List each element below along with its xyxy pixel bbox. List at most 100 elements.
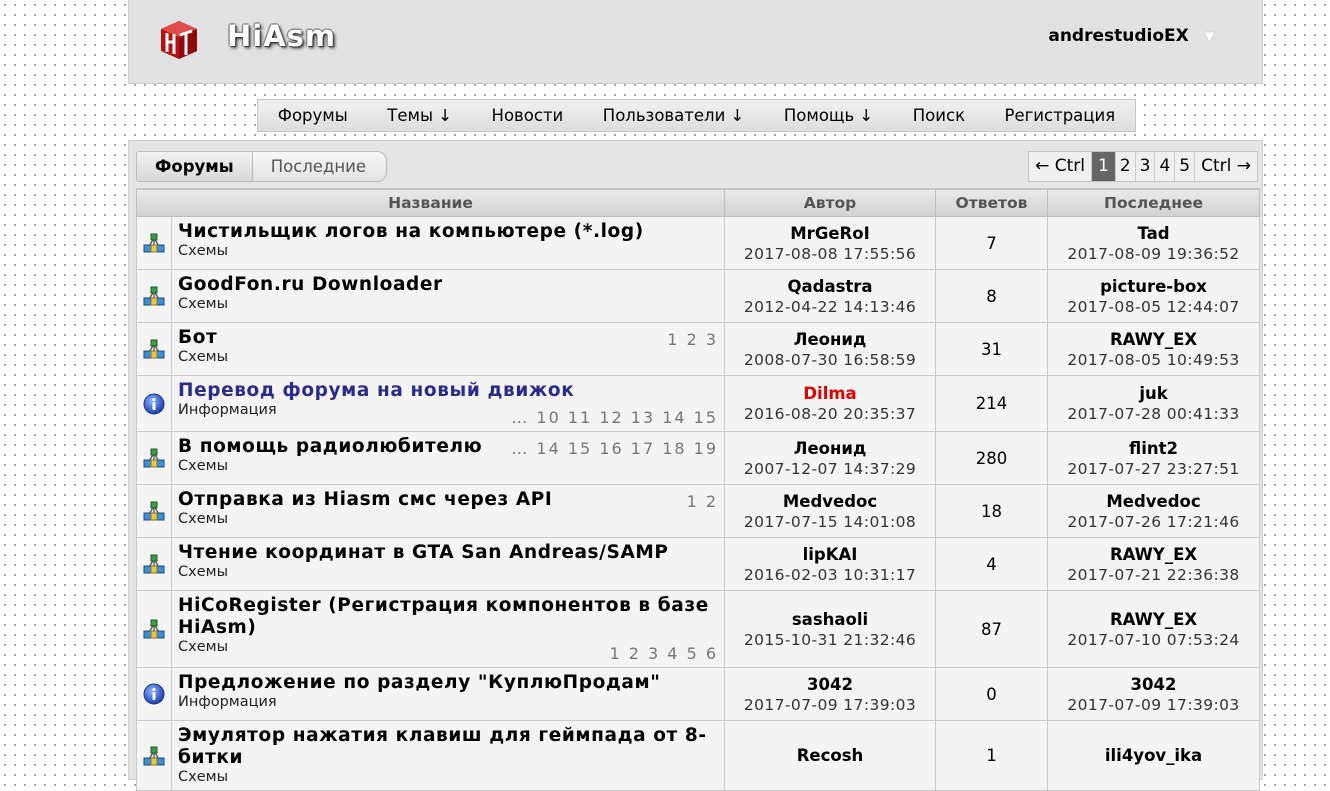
topic-category[interactable]: Схемы bbox=[178, 296, 718, 313]
topic-pages[interactable]: 1 2 3 4 5 6 bbox=[610, 644, 719, 663]
created-date: 2017-08-08 17:55:56 bbox=[743, 244, 917, 263]
col-header-author[interactable]: Автор bbox=[724, 188, 937, 217]
last-post-date[interactable]: 2017-07-27 23:27:51 bbox=[1048, 459, 1259, 479]
topic-cell: HiCoRegister (Регистрация компонентов в … bbox=[170, 590, 726, 668]
replies-count: 8 bbox=[935, 269, 1049, 323]
topic-pages[interactable]: … 14 15 16 17 18 19 bbox=[511, 439, 718, 458]
nav-forums[interactable]: Форумы bbox=[278, 106, 348, 125]
table-row[interactable]: Чистильщик логов на компьютере (*.log) Сх… bbox=[136, 216, 1261, 270]
last-user-link[interactable]: picture-box bbox=[1048, 276, 1259, 297]
last-post-date[interactable]: 2017-07-21 22:36:38 bbox=[1048, 565, 1259, 585]
last-post-date[interactable]: 2017-08-09 19:36:52 bbox=[1048, 244, 1259, 264]
pager-page-5[interactable]: 5 bbox=[1175, 152, 1196, 181]
table-row[interactable]: Отправка из Hiasm смс через API Схемы 1 2 M… bbox=[136, 484, 1261, 538]
topic-title-link[interactable]: Бот bbox=[178, 327, 718, 349]
last-user-link[interactable]: RAWY_EX bbox=[1048, 544, 1259, 565]
last-post-date[interactable]: 2017-08-05 10:49:53 bbox=[1048, 350, 1259, 370]
author-cell: MrGeRoI 2017-08-08 17:55:56 bbox=[724, 216, 937, 270]
last-post-cell: 3042 2017-07-09 17:39:03 bbox=[1047, 667, 1261, 721]
author-link[interactable]: Леонид bbox=[725, 438, 935, 459]
pager-page-2[interactable]: 2 bbox=[1116, 152, 1136, 181]
nav-topics[interactable]: Темы ↓ bbox=[387, 106, 452, 125]
dropdown-caret-icon[interactable]: ▼ bbox=[1205, 29, 1214, 43]
last-post-date[interactable]: 2017-07-28 00:41:33 bbox=[1048, 404, 1259, 424]
last-user-link[interactable]: juk bbox=[1048, 383, 1259, 404]
topic-title-link[interactable]: Перевод форума на новый движок bbox=[178, 380, 718, 402]
table-row[interactable]: HiCoRegister (Регистрация компонентов в … bbox=[136, 590, 1261, 668]
author-link[interactable]: sashaoli bbox=[725, 609, 935, 630]
table-row[interactable]: GoodFon.ru Downloader Схемы Qadastra 2012-0… bbox=[136, 269, 1261, 323]
topic-title-link[interactable]: GoodFon.ru Downloader bbox=[178, 274, 718, 296]
author-link[interactable]: Medvedoc bbox=[725, 491, 935, 512]
last-post-date[interactable]: 2017-07-10 07:53:24 bbox=[1048, 630, 1259, 650]
nav-news[interactable]: Новости bbox=[492, 106, 564, 125]
col-header-last[interactable]: Последнее bbox=[1047, 188, 1261, 217]
topic-title-link[interactable]: Предложение по разделу "КуплюПродам" bbox=[178, 672, 718, 694]
topic-title-link[interactable]: Эмулятор нажатия клавиш для геймпада от … bbox=[178, 725, 718, 769]
col-header-title[interactable]: Название bbox=[135, 188, 726, 217]
created-date: 2017-07-09 17:39:03 bbox=[743, 695, 917, 714]
replies-count: 87 bbox=[935, 590, 1049, 668]
table-row[interactable]: Бот Схемы 1 2 3 Леонид 2008-07-30 16:58:59 31… bbox=[136, 322, 1261, 376]
topic-category[interactable]: Схемы bbox=[178, 564, 718, 581]
user-menu[interactable]: andrestudioEX ▼ bbox=[1048, 26, 1214, 46]
nav-help[interactable]: Помощь ↓ bbox=[784, 106, 873, 125]
last-user-link[interactable]: flint2 bbox=[1048, 438, 1259, 459]
schema-icon bbox=[143, 448, 165, 468]
topic-title-link[interactable]: Чтение координат в GTA San Andreas/SAMP bbox=[178, 542, 718, 564]
last-post-cell: Tad 2017-08-09 19:36:52 bbox=[1047, 216, 1261, 270]
last-user-link[interactable]: 3042 bbox=[1048, 674, 1259, 695]
topic-title-link[interactable]: Чистильщик логов на компьютере (*.log) bbox=[178, 221, 718, 243]
author-link[interactable]: lipKAI bbox=[725, 544, 935, 565]
author-link[interactable]: MrGeRoI bbox=[725, 223, 935, 244]
table-row[interactable]: Чтение координат в GTA San Andreas/SAMP С… bbox=[136, 537, 1261, 591]
topic-pages[interactable]: 1 2 bbox=[687, 492, 718, 511]
topic-pages[interactable]: … 10 11 12 13 14 15 bbox=[511, 408, 718, 427]
pager-prev[interactable]: ← Ctrl bbox=[1029, 152, 1092, 181]
col-header-replies[interactable]: Ответов bbox=[935, 188, 1049, 217]
hiasm-logo-icon[interactable] bbox=[159, 19, 199, 61]
author-link[interactable]: Recosh bbox=[725, 745, 935, 766]
topic-category[interactable]: Схемы bbox=[178, 511, 718, 528]
last-post-date[interactable]: 2017-08-05 12:44:07 bbox=[1048, 297, 1259, 317]
topic-category[interactable]: Информация bbox=[178, 694, 718, 711]
topic-title-link[interactable]: Отправка из Hiasm смс через API bbox=[178, 489, 718, 511]
topic-category[interactable]: Схемы bbox=[178, 243, 718, 260]
tab-latest[interactable]: Последние bbox=[252, 151, 388, 182]
replies-count: 31 bbox=[935, 322, 1049, 376]
table-row[interactable]: В помощь радиолюбителю Схемы… 14 15 16 17… bbox=[136, 431, 1261, 485]
last-user-link[interactable]: RAWY_EX bbox=[1048, 329, 1259, 350]
topic-icon-cell bbox=[136, 375, 172, 432]
topic-pages[interactable]: 1 2 3 bbox=[667, 330, 718, 349]
user-name[interactable]: andrestudioEX bbox=[1048, 26, 1188, 46]
table-row[interactable]: Предложение по разделу "КуплюПродам" Инфо… bbox=[136, 667, 1261, 721]
last-user-link[interactable]: Tad bbox=[1048, 223, 1259, 244]
author-link[interactable]: 3042 bbox=[725, 674, 935, 695]
last-user-link[interactable]: Medvedoc bbox=[1048, 491, 1259, 512]
nav-register[interactable]: Регистрация bbox=[1005, 106, 1116, 125]
pager-page-4[interactable]: 4 bbox=[1155, 152, 1176, 181]
topic-title-link[interactable]: HiCoRegister (Регистрация компонентов в … bbox=[178, 595, 718, 639]
last-post-date[interactable]: 2017-07-09 17:39:03 bbox=[1048, 695, 1259, 715]
pager-page-1[interactable]: 1 bbox=[1091, 152, 1116, 181]
topic-category[interactable]: Схемы bbox=[178, 349, 718, 366]
last-user-link[interactable]: ili4yov_ika bbox=[1048, 745, 1259, 766]
last-post-date[interactable]: 2017-07-26 17:21:46 bbox=[1048, 512, 1259, 532]
author-link[interactable]: Qadastra bbox=[725, 276, 935, 297]
site-name[interactable]: HiAsm bbox=[227, 19, 336, 53]
author-link[interactable]: Леонид bbox=[725, 329, 935, 350]
last-user-link[interactable]: RAWY_EX bbox=[1048, 609, 1259, 630]
created-date: 2015-10-31 21:32:46 bbox=[743, 630, 917, 649]
created-date: 2008-07-30 16:58:59 bbox=[743, 350, 917, 369]
pager-next[interactable]: Ctrl → bbox=[1195, 152, 1257, 181]
author-link[interactable]: Dilma bbox=[725, 383, 935, 404]
table-row[interactable]: Перевод форума на новый движок Информация… bbox=[136, 375, 1261, 432]
tab-forums[interactable]: Форумы bbox=[136, 151, 253, 182]
topic-category[interactable]: Схемы bbox=[178, 769, 718, 786]
topic-icon-cell bbox=[136, 484, 172, 538]
pager-page-3[interactable]: 3 bbox=[1136, 152, 1156, 181]
nav-search[interactable]: Поиск bbox=[913, 106, 965, 125]
nav-users[interactable]: Пользователи ↓ bbox=[603, 106, 745, 125]
topic-category[interactable]: Схемы bbox=[178, 458, 718, 475]
table-row[interactable]: Эмулятор нажатия клавиш для геймпада от … bbox=[136, 720, 1261, 791]
